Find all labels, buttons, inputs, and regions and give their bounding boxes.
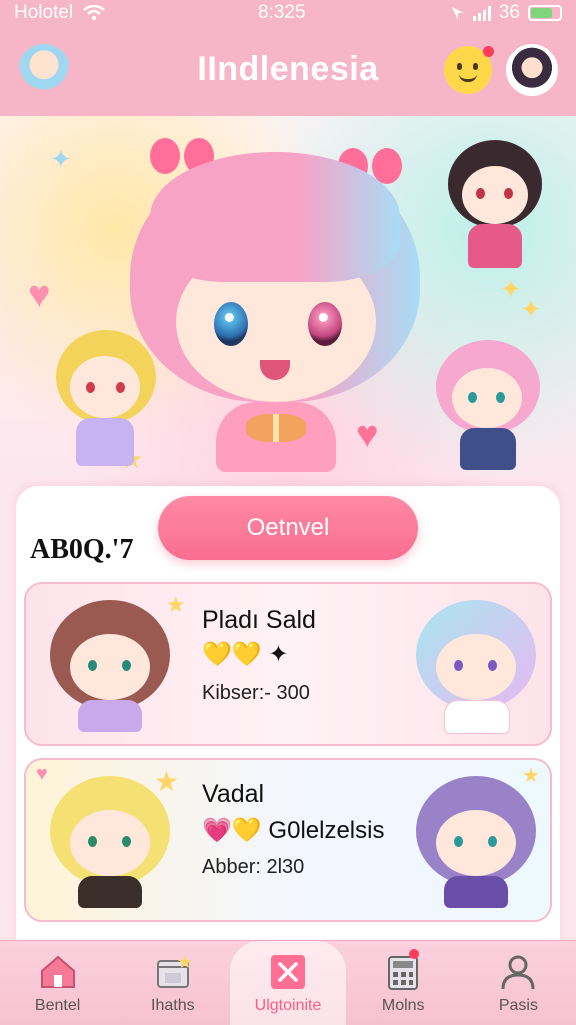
status-left: Holotel <box>14 2 105 24</box>
sparkle-icon: ✦ <box>500 274 522 304</box>
wifi-icon <box>83 5 105 21</box>
carrier-label: Holotel <box>14 2 74 23</box>
nav-profile[interactable]: Pasis <box>461 941 576 1025</box>
close-box-icon <box>271 955 305 989</box>
notification-badge <box>483 46 494 57</box>
nav-label: Bentel <box>34 997 81 1014</box>
battery-text: 36 <box>498 2 520 23</box>
nav-label: Ihaths <box>151 997 195 1014</box>
item-title: Pladı Sald <box>202 606 316 634</box>
sparkle-icon: ✦ <box>50 144 72 174</box>
notification-badge <box>408 949 419 959</box>
clock: 8:325 <box>258 2 306 23</box>
signal-icon <box>472 5 491 21</box>
list-item[interactable]: ★ ♥ Vadal 💗💛 G0lelzelsis Abber: 2l30 ★ <box>24 758 552 922</box>
battery-icon <box>528 5 562 21</box>
primary-cta-button[interactable]: Oetnvel <box>158 496 418 560</box>
nav-store[interactable]: Ihaths <box>115 941 230 1025</box>
heart-icon: ♥ <box>36 763 48 785</box>
section-label: AB0Q.'7 <box>30 534 134 565</box>
star-icon: ★ <box>166 592 186 617</box>
home-icon <box>40 955 75 988</box>
item-tags: 💗💛 G0lelzelsis <box>202 817 385 844</box>
heart-icon: ♥ <box>28 274 51 316</box>
nav-tools[interactable]: Molns <box>346 941 461 1025</box>
location-icon <box>451 7 464 20</box>
nav-home[interactable]: Bentel <box>0 941 115 1025</box>
chibi-avatar <box>40 594 180 734</box>
nav-active-tab[interactable]: Ulgtoinite <box>230 941 346 1025</box>
chibi-character <box>40 326 170 476</box>
nav-label: Pasis <box>498 997 538 1014</box>
item-tags: 💛💛 ✦ <box>202 641 289 668</box>
hero-illustration: ✦ ✦ ✦ ♥ ♥ ★ <box>0 116 576 496</box>
chibi-character <box>440 136 550 276</box>
status-right: 36 <box>451 2 562 24</box>
bottom-nav: Bentel Ihaths Ulgtoinite Molns Pasis <box>0 940 576 1025</box>
star-icon: ✦ <box>520 294 542 324</box>
item-meta: Kibser:- 300 <box>202 682 310 704</box>
chibi-character <box>430 336 550 476</box>
store-icon <box>156 955 192 988</box>
user-icon <box>501 955 535 990</box>
profile-avatar[interactable] <box>506 44 558 96</box>
app-header: IIndlenesia <box>0 26 576 116</box>
chibi-avatar <box>406 594 546 734</box>
nav-label: Molns <box>381 997 425 1014</box>
chibi-avatar <box>406 770 546 910</box>
status-bar: Holotel 8:325 36 <box>0 0 576 26</box>
calculator-icon <box>388 956 419 990</box>
star-icon: ★ <box>154 766 180 797</box>
item-meta: Abber: 2l30 <box>202 856 305 878</box>
item-title: Vadal <box>202 780 265 808</box>
list-item[interactable]: ★ Pladı Sald 💛💛 ✦ Kibser:- 300 <box>24 582 552 746</box>
star-icon: ★ <box>522 765 540 787</box>
nav-label: Ulgtoinite <box>254 997 322 1014</box>
